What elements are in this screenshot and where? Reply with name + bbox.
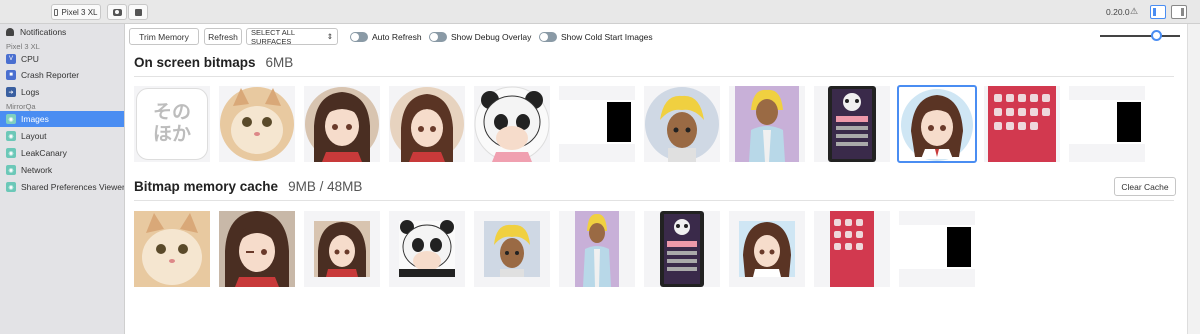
toggle-right-sidebar-button[interactable] — [1171, 5, 1187, 19]
cache-thumbnail-phone-screenshot[interactable] — [644, 211, 720, 287]
cache-thumbnail-anime-girl-wink[interactable] — [219, 211, 295, 287]
bitmap-thumbnail-phone-screenshot[interactable] — [814, 86, 890, 162]
bitmap-thumbnail-anime-girl-2[interactable] — [389, 86, 465, 162]
cache-thumbnail-anime-girl[interactable] — [304, 211, 380, 287]
sidebar-item-shared-preferences[interactable]: ◉ Shared Preferences Viewer — [0, 179, 124, 195]
cache-thumbnail-panda-girl[interactable] — [389, 211, 465, 287]
section-size: 9MB / 48MB — [288, 179, 363, 194]
sidebar-item-crash-reporter[interactable]: ■ Crash Reporter — [0, 67, 124, 83]
divider — [134, 200, 1174, 201]
sonota-image: その ほか — [136, 88, 208, 160]
vertical-scrollbar[interactable] — [1187, 24, 1200, 334]
sonota-line1: その — [152, 101, 191, 124]
video-icon — [134, 8, 142, 16]
sidebar-item-cpu[interactable]: V CPU — [0, 51, 124, 67]
toggle-switch[interactable] — [350, 32, 368, 42]
toggle-switch[interactable] — [539, 32, 557, 42]
trim-memory-button[interactable]: Trim Memory — [129, 28, 199, 45]
sonota-line2: ほか — [152, 123, 191, 145]
sidebar-item-label: Shared Preferences Viewer — [21, 182, 124, 192]
refresh-button[interactable]: Refresh — [204, 28, 242, 45]
section-size: 6MB — [265, 55, 294, 70]
phone-icon — [54, 8, 59, 16]
on-screen-bitmaps-heading: On screen bitmaps 6MB — [134, 55, 293, 70]
layout-icon: ◉ — [6, 131, 16, 141]
sidebar-item-label: LeakCanary — [21, 148, 67, 158]
cache-thumbnail-blonde-boy-standing[interactable] — [559, 211, 635, 287]
images-plugin-panel: Trim Memory Refresh SELECT ALL SURFACES … — [125, 24, 1187, 334]
bitmap-thumbnail-sonota[interactable]: その ほか — [134, 86, 210, 162]
bitmap-thumbnail-cat[interactable] — [219, 86, 295, 162]
sidebar: Notifications Pixel 3 XL V CPU ■ Crash R… — [0, 24, 125, 334]
sidebar-item-label: Notifications — [20, 27, 67, 37]
surfaces-select[interactable]: SELECT ALL SURFACES ⇕ — [246, 27, 338, 46]
sidebar-item-leakcanary[interactable]: ◉ LeakCanary — [0, 145, 124, 161]
surfaces-select-value: SELECT ALL SURFACES — [251, 27, 295, 46]
device-selector-button[interactable]: Pixel 3 XL — [51, 4, 101, 20]
updown-chevron-icon: ⇕ — [326, 32, 333, 41]
record-button[interactable] — [128, 4, 148, 20]
logs-icon: ➔ — [6, 87, 16, 97]
zoom-slider-track[interactable] — [1100, 35, 1180, 37]
sidebar-item-label: Crash Reporter — [21, 70, 80, 80]
sidebar-item-label: Network — [21, 165, 53, 175]
bitmap-thumbnail-anime-girl[interactable] — [304, 86, 380, 162]
bitmap-thumbnail-anime-girl-selected[interactable] — [897, 85, 977, 163]
toggle-switch[interactable] — [429, 32, 447, 42]
images-icon: ◉ — [6, 114, 16, 124]
show-debug-overlay-toggle[interactable]: Show Debug Overlay — [429, 32, 531, 42]
top-toolbar: Pixel 3 XL 0.20.0 ⚠ — [0, 0, 1200, 24]
sidebar-item-layout[interactable]: ◉ Layout — [0, 128, 124, 144]
sidebar-item-notifications[interactable]: Notifications — [0, 24, 124, 40]
bitmap-thumbnail-panda-girl[interactable] — [474, 86, 550, 162]
bitmap-thumbnail-black-rect[interactable] — [559, 86, 635, 162]
shared-preferences-icon: ◉ — [6, 182, 16, 192]
warning-icon[interactable]: ⚠ — [1130, 6, 1138, 17]
zoom-slider-thumb[interactable] — [1150, 30, 1162, 41]
crash-reporter-icon: ■ — [6, 70, 16, 80]
sidebar-item-label: CPU — [21, 54, 39, 64]
bitmap-thumbnail-blonde-boy[interactable] — [644, 86, 720, 162]
bitmap-memory-cache-heading: Bitmap memory cache 9MB / 48MB — [134, 179, 362, 194]
leakcanary-icon: ◉ — [6, 148, 16, 158]
section-title-text: On screen bitmaps — [134, 55, 256, 70]
toggle-left-sidebar-button[interactable] — [1150, 5, 1166, 19]
bitmap-thumbnail-black-rect-2[interactable] — [1069, 86, 1145, 162]
network-icon: ◉ — [6, 165, 16, 175]
auto-refresh-label: Auto Refresh — [372, 32, 422, 42]
bell-icon — [6, 28, 14, 36]
cache-thumbnail-anime-girl-2[interactable] — [729, 211, 805, 287]
auto-refresh-toggle[interactable]: Auto Refresh — [350, 32, 422, 42]
show-cold-start-images-toggle[interactable]: Show Cold Start Images — [539, 32, 653, 42]
show-cold-start-images-label: Show Cold Start Images — [561, 32, 653, 42]
divider — [134, 76, 1174, 77]
camera-icon — [112, 8, 122, 16]
screenshot-button[interactable] — [107, 4, 127, 20]
sidebar-item-images[interactable]: ◉ Images — [0, 111, 124, 127]
cache-thumbnail-black-rect[interactable] — [899, 211, 975, 287]
version-label: 0.20.0 — [1106, 7, 1130, 17]
cache-thumbnail-blonde-boy[interactable] — [474, 211, 550, 287]
sidebar-item-network[interactable]: ◉ Network — [0, 162, 124, 178]
cpu-icon: V — [6, 54, 16, 64]
cache-thumbnail-phone-home[interactable] — [814, 211, 890, 287]
sidebar-header-app: MirrorQa — [6, 102, 36, 111]
cache-thumbnail-cat[interactable] — [134, 211, 210, 287]
sidebar-header-device: Pixel 3 XL — [6, 42, 40, 51]
device-label: Pixel 3 XL — [61, 7, 98, 17]
bitmap-thumbnail-blonde-boy-standing[interactable] — [729, 86, 805, 162]
section-title-text: Bitmap memory cache — [134, 179, 279, 194]
clear-cache-button[interactable]: Clear Cache — [1114, 177, 1176, 196]
sidebar-item-label: Images — [21, 114, 49, 124]
sidebar-item-label: Logs — [21, 87, 40, 97]
bitmap-thumbnail-phone-home[interactable] — [984, 86, 1060, 162]
sidebar-item-logs[interactable]: ➔ Logs — [0, 84, 124, 100]
sidebar-item-label: Layout — [21, 131, 47, 141]
show-debug-overlay-label: Show Debug Overlay — [451, 32, 532, 42]
